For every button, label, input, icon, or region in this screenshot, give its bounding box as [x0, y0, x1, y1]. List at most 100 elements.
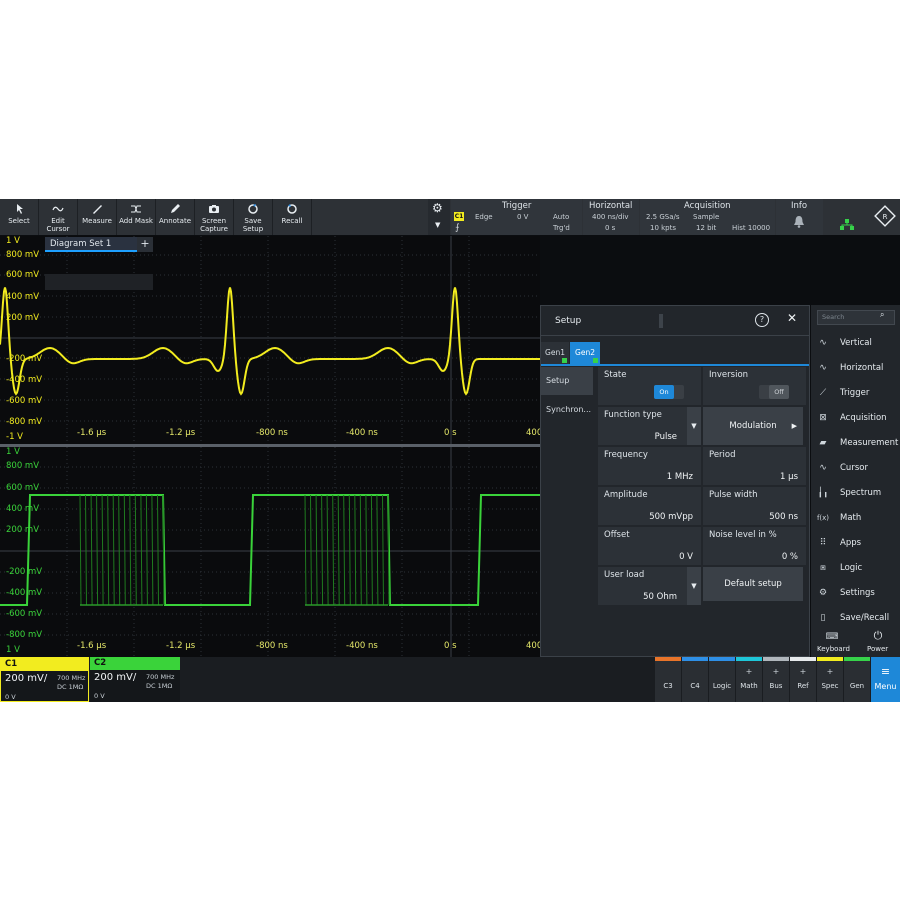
c3-button[interactable]: C3 — [655, 657, 681, 702]
keyboard-button[interactable]: Keyboard — [817, 645, 850, 653]
channel-c1-box[interactable]: C1 200 mV/ 700 MHz DC 1MΩ 0 V — [0, 657, 89, 702]
c2-scale: 200 mV/ — [94, 672, 137, 683]
c2-jitter-line — [96, 494, 99, 606]
channel-c2-box[interactable]: C2 200 mV/ 700 MHz DC 1MΩ 0 V — [90, 657, 180, 702]
gen-button[interactable]: Gen — [844, 657, 870, 702]
horizontal-position: 0 s — [605, 224, 616, 232]
amplitude-value: 500 mVpp — [649, 512, 693, 522]
tab-diagram-set-1[interactable]: Diagram Set 1 — [45, 237, 137, 252]
help-icon[interactable]: ? — [755, 313, 769, 327]
c1-scale: 200 mV/ — [5, 673, 48, 684]
c4-button[interactable]: C4 — [682, 657, 708, 702]
diagram-2[interactable]: 1 V 800 mV 600 mV 400 mV 200 mV -200 mV … — [0, 447, 542, 657]
period-field[interactable]: Period 1 µs — [703, 447, 806, 485]
menu-item-horizontal[interactable]: ∿ Horizontal — [811, 356, 900, 381]
amplitude-field[interactable]: Amplitude 500 mVpp — [598, 487, 701, 525]
measure-button[interactable]: Measure — [78, 199, 116, 235]
menu-item-vertical[interactable]: ∿ Vertical — [811, 331, 900, 356]
hamburger-icon: ≡ — [880, 665, 891, 678]
c2-jitter-line — [101, 494, 104, 606]
c2-bandwidth: 700 MHz — [146, 673, 175, 681]
period-value: 1 µs — [780, 472, 798, 482]
modulation-button[interactable]: Modulation ▶ — [703, 407, 803, 445]
save-setup-button[interactable]: Save Setup — [234, 199, 272, 235]
menu-item-apps[interactable]: ⠿ Apps — [811, 531, 900, 556]
function-type-field[interactable]: Function type Pulse ▼ — [598, 407, 701, 445]
ref-button[interactable]: + Ref — [790, 657, 816, 702]
power-icon[interactable]: ⏻ — [871, 629, 885, 643]
pulse-width-field[interactable]: Pulse width 500 ns — [703, 487, 806, 525]
menu-item-measurement[interactable]: ▰ Measurement — [811, 431, 900, 456]
d1-ylabel: 400 mV — [6, 292, 40, 302]
horizontal-panel[interactable]: Horizontal 400 ns/div 0 s — [583, 199, 639, 235]
d2-ylabel: 400 mV — [6, 504, 40, 514]
toolbar-settings[interactable]: ⚙ ▼ — [428, 199, 450, 235]
inversion-toggle[interactable]: Off — [759, 385, 789, 399]
d2-xlabel: -1.2 µs — [166, 641, 196, 651]
side-tab-synchron[interactable]: Synchron... — [541, 396, 593, 424]
bus-button[interactable]: + Bus — [763, 657, 789, 702]
channel-c1-tag: C1 — [1, 658, 88, 671]
frequency-field[interactable]: Frequency 1 MHz — [598, 447, 701, 485]
menu-item-settings[interactable]: ⚙ Settings — [811, 581, 900, 606]
logic-button[interactable]: Logic — [709, 657, 735, 702]
close-icon[interactable]: ✕ — [787, 311, 797, 325]
default-setup-button[interactable]: Default setup — [703, 567, 803, 601]
power-button[interactable]: Power — [867, 645, 888, 653]
noise-level-field[interactable]: Noise level in % 0 % — [703, 527, 806, 565]
c2-jitter-line — [332, 494, 335, 606]
cursor-wave-icon — [52, 206, 64, 212]
math-icon: f(x) — [816, 514, 830, 522]
user-load-field[interactable]: User load 50 Ohm ▼ — [598, 567, 701, 605]
spec-button[interactable]: + Spec — [817, 657, 843, 702]
keyboard-icon[interactable]: ⌨ — [821, 632, 843, 642]
math-button[interactable]: + Math — [736, 657, 762, 702]
menu-item-label: Apps — [840, 538, 862, 548]
tab-gen1[interactable]: Gen1 — [541, 342, 569, 364]
d2-ylabel: -600 mV — [6, 609, 43, 619]
user-load-dropdown-icon[interactable]: ▼ — [687, 567, 701, 605]
camera-icon — [209, 205, 219, 213]
side-tab-setup[interactable]: Setup — [541, 367, 593, 395]
annotate-label: Annotate — [158, 217, 192, 225]
diagram-tabbar — [45, 274, 153, 290]
tab-gen2[interactable]: Gen2 — [570, 342, 600, 364]
menu-item-spectrum[interactable]: ╽╻ Spectrum — [811, 481, 900, 506]
menu-item-acquisition[interactable]: ⊠ Acquisition — [811, 406, 900, 431]
offset-value: 0 V — [679, 552, 693, 562]
screen-capture-button[interactable]: Screen Capture — [195, 199, 233, 235]
menu-item-cursor[interactable]: ∿ Cursor — [811, 456, 900, 481]
frequency-label: Frequency — [604, 450, 648, 460]
search-icon[interactable]: ⌕ — [880, 310, 884, 320]
diagram-1[interactable]: Diagram Set 1 + 1 V 800 mV 600 mV 400 mV… — [0, 236, 542, 444]
pencil-icon — [171, 204, 180, 213]
trigger-status: Trg'd — [553, 224, 570, 232]
menu-item-math[interactable]: f(x) Math — [811, 506, 900, 531]
modulation-label: Modulation — [729, 421, 777, 431]
edit-cursor-button[interactable]: Edit Cursor — [39, 199, 77, 235]
recall-button[interactable]: Recall — [273, 199, 311, 235]
state-toggle[interactable]: On — [654, 385, 684, 399]
offset-field[interactable]: Offset 0 V — [598, 527, 701, 565]
d1-ylabel: 800 mV — [6, 250, 40, 260]
info-panel[interactable]: Info — [776, 199, 823, 235]
annotate-button[interactable]: Annotate — [156, 199, 194, 235]
c2-jitter-line — [310, 494, 312, 606]
d1-xlabel: -400 ns — [346, 428, 378, 438]
menu-item-label: Measurement — [840, 438, 899, 448]
menu-button[interactable]: ≡ Menu — [871, 657, 900, 702]
gear-icon[interactable]: ⚙ — [432, 201, 443, 215]
ruler-icon — [93, 205, 102, 214]
chevron-down-icon[interactable]: ▼ — [435, 221, 440, 229]
add-mask-button[interactable]: Add Mask — [117, 199, 155, 235]
acquisition-panel[interactable]: Acquisition 2.5 GSa/s 10 kpts Sample 12 … — [640, 199, 775, 235]
trigger-panel[interactable]: Trigger C1 ⨍ Edge 0 V Auto Trg'd — [451, 199, 582, 235]
menu-item-logic[interactable]: ⧆ Logic — [811, 556, 900, 581]
c2-jitter-line — [112, 494, 115, 606]
drag-handle[interactable] — [659, 314, 663, 328]
add-diagram-tab-button[interactable]: + — [137, 237, 153, 252]
select-button[interactable]: Select — [0, 199, 38, 235]
function-type-dropdown-icon[interactable]: ▼ — [687, 407, 701, 445]
menu-item-save-recall[interactable]: ▯ Save/Recall — [811, 606, 900, 631]
menu-item-trigger[interactable]: ⟋ Trigger — [811, 381, 900, 406]
